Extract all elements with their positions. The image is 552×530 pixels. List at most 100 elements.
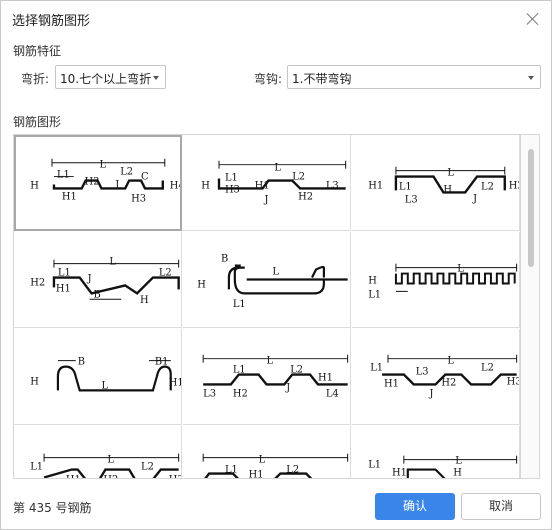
shape-label: H2 [103, 474, 118, 479]
shape-label: L1 [233, 365, 246, 376]
shape-cell[interactable]: L1 L L2 H1 H2 H3 [14, 426, 182, 479]
bend-select-value: 10.七个以上弯折 [60, 72, 152, 86]
rebar-shape-diagram: L1 L L2 H1 H2 H3 [30, 453, 181, 479]
shape-label: H [197, 279, 206, 290]
shape-label: H1 [66, 474, 81, 479]
selected-rebar-status: 第 435 号钢筋 [13, 501, 92, 515]
shape-label: H1 [249, 469, 264, 479]
shape-label: L1 [30, 462, 43, 473]
chevron-down-icon [528, 76, 534, 80]
rebar-shape-diagram: L1 L H1 H [368, 456, 518, 478]
shape-label: L [447, 356, 454, 367]
shape-label: H1 [169, 377, 181, 388]
scrollbar-thumb[interactable] [528, 149, 534, 267]
shape-label: L1 [225, 465, 238, 476]
shape-label: B [221, 254, 228, 265]
shape-cell[interactable]: H1 L L1 H L2 H2 L3 J [352, 135, 520, 231]
shape-label: H3 [507, 376, 519, 387]
shape-grid-scrollbar[interactable] [521, 134, 540, 479]
shape-label: L1 [368, 289, 381, 300]
shape-label: H2 [233, 388, 248, 399]
shape-grid: H L L1 H2 L2 C J H1 H3 H4 H L L1 H [13, 134, 521, 479]
rebar-shape-diagram: H L L1 H3 H1 L2 L3 J H2 [201, 160, 347, 205]
dialog-title: 选择钢筋图形 [12, 14, 91, 29]
shape-label: H [30, 376, 39, 387]
shape-label: J [429, 388, 434, 399]
rebar-shape-diagram: H L L1 H2 L2 C J H1 H3 H4 [30, 158, 181, 204]
shape-cell[interactable]: H L L1 H3 H1 L2 L3 J H2 [183, 135, 351, 231]
shape-label: H3 [225, 184, 240, 195]
shape-cell[interactable]: L L1 L2 H1 H2 H3 [183, 426, 351, 479]
shape-label: L4 [326, 388, 339, 399]
shape-label: H [201, 180, 210, 191]
features-section-label: 钢筋特征 [13, 44, 62, 58]
rebar-shape-diagram: H1 L L1 H L2 H2 L3 J [368, 166, 519, 205]
shape-label: J [285, 382, 290, 393]
shape-label: B [78, 357, 85, 368]
shape-label: J [87, 273, 92, 284]
shape-label: L [447, 168, 454, 179]
rebar-shape-diagram: B B1 H L H1 [30, 357, 181, 392]
confirm-button[interactable]: 确认 [375, 493, 455, 520]
shape-cell[interactable]: L1 L L3 L2 H1 H2 J H3 [352, 329, 520, 425]
shape-label: H3 [131, 193, 146, 204]
shape-label: H4 [170, 180, 181, 191]
shape-label: L2 [286, 465, 299, 476]
hook-select-value: 1.不带弯钩 [292, 72, 352, 86]
shape-cell[interactable]: L L1 L2 H1 L3 H2 J L4 [183, 329, 351, 425]
shape-label: H [443, 184, 452, 195]
shape-label: H [368, 275, 377, 286]
shape-label: L1 [233, 299, 246, 310]
shape-label: C [141, 172, 149, 183]
shape-label: L3 [203, 388, 216, 399]
shape-label: L3 [405, 194, 418, 205]
shape-label: L [274, 163, 281, 174]
shape-label: H [30, 180, 39, 191]
shape-label: L1 [225, 173, 238, 184]
shape-label: H3 [332, 477, 347, 479]
shape-label: H3 [169, 474, 181, 479]
rebar-shape-diagram: L L1 L2 H1 H2 H3 [202, 453, 349, 479]
hook-select[interactable]: 1.不带弯钩 [287, 65, 541, 89]
shape-label: L2 [141, 462, 154, 473]
shape-label: L [267, 356, 274, 367]
shape-label: H2 [30, 277, 45, 288]
shape-cell[interactable]: H2 L L1 J L2 H1 B H [14, 232, 182, 328]
shape-cell[interactable]: B H L L1 [183, 232, 351, 328]
shape-label: L3 [326, 180, 339, 191]
shape-label: L [109, 257, 116, 268]
rebar-shape-diagram: L L1 L2 H1 L3 H2 J L4 [202, 354, 349, 399]
shape-label: H [453, 467, 462, 478]
shape-label: H2 [85, 176, 100, 187]
shape-label: H1 [62, 191, 77, 202]
shape-cell[interactable]: B B1 H L H1 [14, 329, 182, 425]
shape-label: H1 [384, 378, 399, 389]
shape-label: L [272, 267, 279, 278]
shape-label: L1 [399, 181, 412, 192]
shape-label: J [472, 193, 477, 204]
shape-label: L2 [481, 363, 494, 374]
shape-label: L2 [290, 365, 303, 376]
close-icon[interactable] [526, 12, 540, 26]
shape-label: H1 [318, 372, 333, 383]
hook-label: 弯钩: [254, 72, 283, 86]
cancel-button[interactable]: 取消 [461, 493, 541, 520]
shape-cell[interactable]: H L1 L [352, 232, 520, 328]
rebar-shape-diagram: B H L L1 [197, 254, 348, 310]
shape-cell[interactable]: L1 L H1 H [352, 426, 520, 478]
shape-label: L2 [481, 181, 494, 192]
shape-label: L2 [292, 172, 305, 183]
bend-select[interactable]: 10.七个以上弯折 [55, 65, 166, 89]
shape-label: L1 [368, 460, 381, 471]
shape-label: H1 [56, 283, 71, 294]
rebar-shape-diagram: H2 L L1 J L2 H1 B H [30, 257, 180, 306]
shape-label: J [114, 179, 119, 190]
shape-label: B [94, 289, 101, 300]
shapes-section-label: 钢筋图形 [13, 115, 62, 129]
shape-label: H1 [255, 180, 270, 191]
shape-cell[interactable]: H L L1 H2 L2 C J H1 H3 H4 [14, 135, 182, 231]
shape-label: H [140, 295, 149, 306]
chevron-down-icon [153, 76, 159, 80]
rebar-shape-diagram: H L1 L [368, 264, 518, 300]
shape-label: L2 [120, 167, 133, 178]
